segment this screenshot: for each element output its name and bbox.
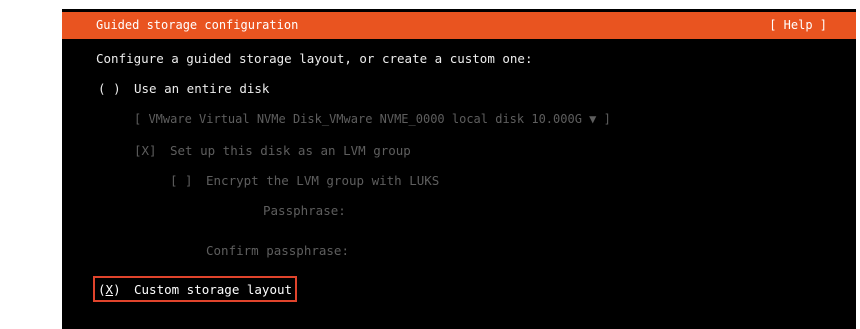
custom-radio-open: (: [98, 282, 106, 297]
passphrase-label: Passphrase:: [263, 203, 346, 218]
encrypt-label: Encrypt the LVM group with LUKS: [206, 173, 440, 188]
custom-radio-mark: X: [105, 282, 114, 297]
custom-radio-close: ): [113, 282, 121, 297]
intro-text: Configure a guided storage layout, or cr…: [96, 51, 533, 66]
encrypt-checkbox[interactable]: [ ]: [170, 173, 193, 188]
lvm-checkbox[interactable]: [X]: [134, 143, 157, 158]
custom-storage-radio[interactable]: (X): [98, 282, 121, 297]
disk-select-dropdown[interactable]: [ VMware Virtual NVMe Disk_VMware NVME_0…: [134, 112, 611, 126]
custom-storage-label[interactable]: Custom storage layout: [134, 282, 292, 297]
entire-disk-label[interactable]: Use an entire disk: [134, 81, 269, 96]
page-title: Guided storage configuration: [96, 18, 299, 32]
lvm-label: Set up this disk as an LVM group: [170, 143, 411, 158]
entire-disk-radio[interactable]: ( ): [98, 81, 121, 96]
title-bar: Guided storage configuration [ Help ]: [62, 12, 856, 39]
entire-disk-radio-open: (: [98, 81, 114, 96]
confirm-passphrase-label: Confirm passphrase:: [206, 243, 349, 258]
entire-disk-radio-close: ): [113, 81, 121, 96]
installer-terminal: Guided storage configuration [ Help ] Co…: [62, 9, 856, 329]
help-button[interactable]: [ Help ]: [769, 18, 827, 32]
screen: Guided storage configuration [ Help ] Co…: [0, 0, 860, 329]
